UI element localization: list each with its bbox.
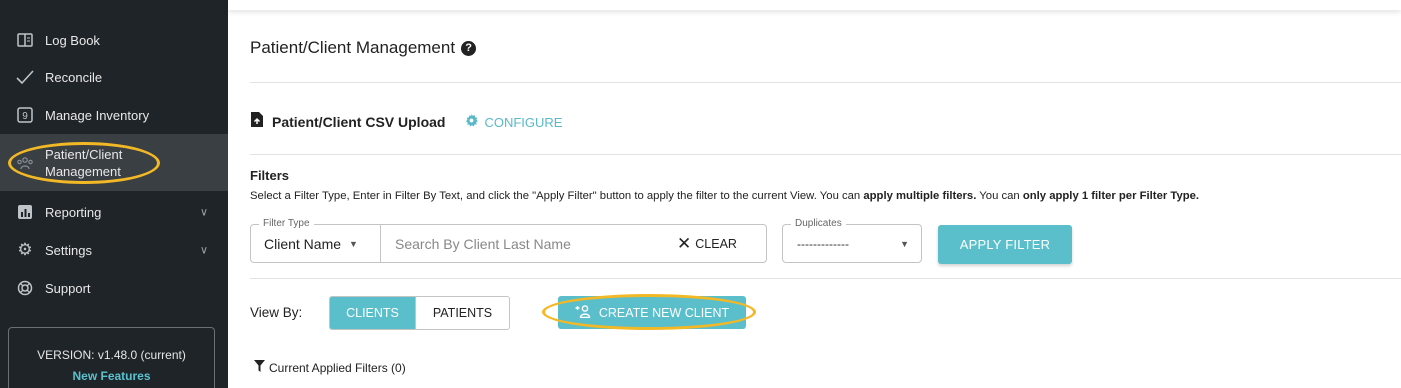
create-new-client-button[interactable]: CREATE NEW CLIENT xyxy=(558,296,746,329)
sidebar-item-settings[interactable]: ⚙ Settings ∨ xyxy=(0,237,228,263)
add-user-icon xyxy=(575,304,591,321)
clear-label: CLEAR xyxy=(695,236,737,251)
sidebar-item-label: Patient/Client Management xyxy=(45,146,123,179)
book-icon xyxy=(16,31,34,49)
applied-filters-label: Current Applied Filters (0) xyxy=(269,360,406,375)
sidebar-item-label: Reconcile xyxy=(45,69,103,85)
search-input[interactable] xyxy=(395,235,665,252)
page-title-text: Patient/Client Management xyxy=(250,38,456,57)
sidebar-item-manage-inventory[interactable]: 9 Manage Inventory xyxy=(0,102,228,128)
inventory-icon: 9 xyxy=(16,106,34,124)
filter-input-group: Filter Type Client Name ▼ ✕ CLEAR xyxy=(250,218,767,263)
help-icon[interactable]: ? xyxy=(461,40,477,56)
configure-button[interactable]: CONFIGURE xyxy=(465,114,562,130)
sidebar-item-reporting[interactable]: Reporting ∨ xyxy=(0,199,228,225)
csv-upload-label[interactable]: Patient/Client CSV Upload xyxy=(272,114,445,130)
chevron-down-icon[interactable]: ∨ xyxy=(200,244,208,257)
chart-icon xyxy=(16,203,34,221)
search-field: ✕ CLEAR xyxy=(381,225,766,262)
sidebar-item-log-book[interactable]: Log Book xyxy=(0,27,228,53)
clear-button[interactable]: ✕ CLEAR xyxy=(677,234,737,254)
sidebar: Log Book Reconcile 9 Manage Inventory Pa… xyxy=(0,0,228,388)
version-text: VERSION: v1.48.0 (current) xyxy=(37,348,186,362)
toggle-clients[interactable]: CLIENTS xyxy=(330,297,415,329)
lifebuoy-icon xyxy=(16,279,34,297)
check-icon xyxy=(16,68,34,86)
sidebar-item-label: Support xyxy=(45,280,91,296)
filter-type-legend: Filter Type xyxy=(259,218,314,229)
duplicates-select[interactable]: Duplicates ------------- ▼ xyxy=(782,218,922,263)
sidebar-item-label: Settings xyxy=(45,242,92,258)
version-box: VERSION: v1.48.0 (current) New Features xyxy=(8,327,215,388)
filter-icon xyxy=(254,360,265,375)
main-content: Patient/Client Management ? Patient/Clie… xyxy=(250,0,1401,388)
create-new-client-label: CREATE NEW CLIENT xyxy=(598,305,730,320)
divider xyxy=(250,278,1401,279)
sidebar-item-patient-client-management[interactable]: Patient/Client Management xyxy=(0,134,228,191)
filters-description: Select a Filter Type, Enter in Filter By… xyxy=(250,190,1200,202)
people-icon xyxy=(16,154,34,172)
page-title: Patient/Client Management ? xyxy=(250,38,477,58)
sidebar-item-support[interactable]: Support xyxy=(0,275,228,301)
svg-text:9: 9 xyxy=(22,111,28,122)
filter-type-value: Client Name xyxy=(264,235,342,252)
filter-type-select[interactable]: Filter Type Client Name ▼ xyxy=(251,218,381,262)
configure-label: CONFIGURE xyxy=(484,114,563,130)
sidebar-item-label: Manage Inventory xyxy=(45,107,150,123)
caret-down-icon: ▼ xyxy=(349,238,358,249)
sidebar-item-label: Reporting xyxy=(45,204,102,220)
sidebar-item-label: Log Book xyxy=(45,32,100,48)
duplicates-value: ------------- xyxy=(797,236,849,251)
new-features-link[interactable]: New Features xyxy=(9,369,214,383)
apply-filter-button[interactable]: APPLY FILTER xyxy=(938,225,1072,264)
divider xyxy=(250,154,1401,155)
file-upload-icon[interactable] xyxy=(250,111,264,133)
view-by-label: View By: xyxy=(250,305,303,320)
caret-down-icon: ▼ xyxy=(900,238,909,249)
filters-title: Filters xyxy=(250,168,290,183)
divider xyxy=(250,82,1401,83)
chevron-down-icon[interactable]: ∨ xyxy=(200,206,208,219)
toggle-patients[interactable]: PATIENTS xyxy=(415,297,509,329)
gear-icon: ⚙ xyxy=(17,240,33,259)
view-toggle: CLIENTS PATIENTS xyxy=(329,296,510,330)
sidebar-item-reconcile[interactable]: Reconcile xyxy=(0,64,228,90)
applied-filters: Current Applied Filters (0) xyxy=(254,360,406,375)
gear-icon xyxy=(465,114,479,130)
duplicates-legend: Duplicates xyxy=(791,218,846,229)
close-icon: ✕ xyxy=(677,233,692,253)
csv-upload-row: Patient/Client CSV Upload CONFIGURE xyxy=(250,111,562,133)
